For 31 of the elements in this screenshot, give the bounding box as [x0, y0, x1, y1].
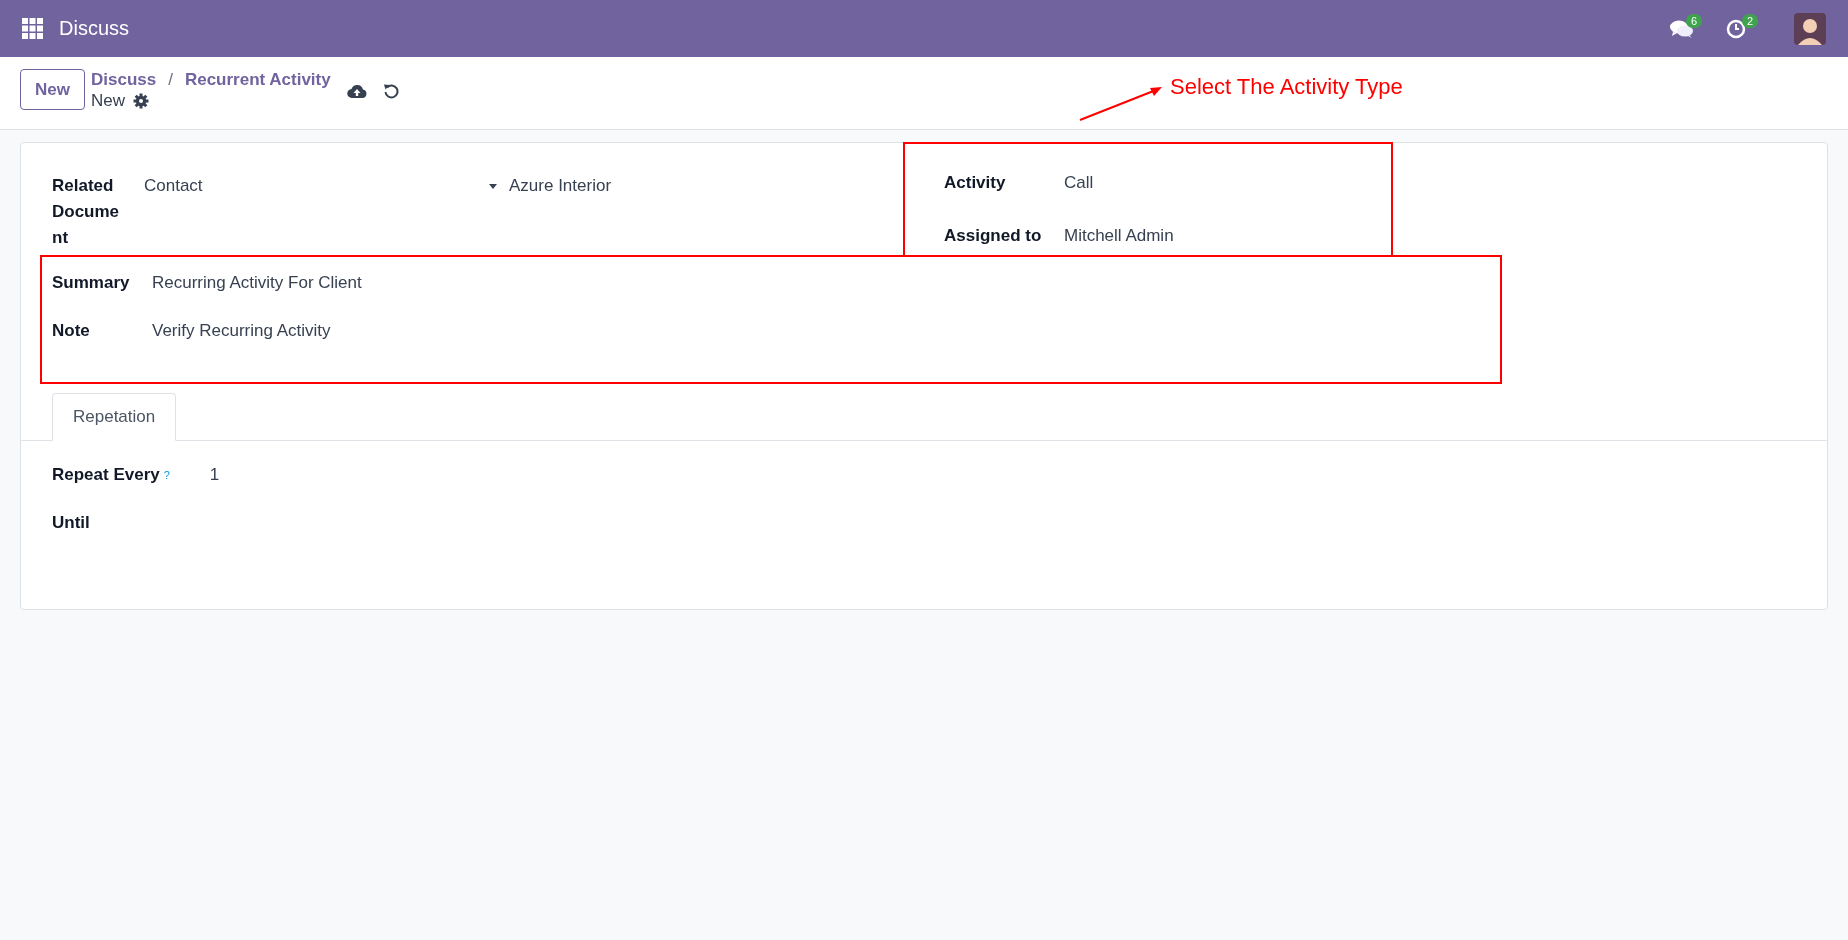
breadcrumb-link[interactable]: Discuss: [90, 69, 157, 90]
clock-icon[interactable]: [1726, 18, 1746, 39]
field-value[interactable]: Call: [1064, 173, 1174, 198]
field-label: Related Document: [52, 175, 121, 249]
record-title: New: [90, 90, 125, 111]
gear-icon[interactable]: [133, 92, 149, 109]
field-label: Assigned to: [944, 226, 1043, 247]
message-count-badge: 6: [1686, 13, 1703, 28]
field-label: Repeat Every: [52, 465, 160, 485]
field-label: Summary: [52, 273, 131, 293]
caret-icon[interactable]: [489, 184, 497, 189]
field-value[interactable]: 1: [209, 465, 1796, 485]
model-select[interactable]: Contact: [144, 173, 489, 199]
breadcrumb-separator: /: [168, 69, 173, 90]
app-name[interactable]: Discuss: [59, 17, 129, 40]
field-value[interactable]: Recurring Activity For Client: [152, 273, 1796, 293]
undo-icon[interactable]: [382, 83, 399, 99]
user-avatar[interactable]: [1794, 12, 1826, 45]
annotation-text: Select The Activity Type: [1170, 74, 1403, 100]
field-value[interactable]: Mitchell Admin: [1064, 226, 1174, 251]
record-field[interactable]: Azure Interior: [509, 173, 612, 199]
cloud-upload-icon[interactable]: [346, 83, 367, 99]
field-label: Note: [52, 321, 91, 341]
field-label: Until: [52, 513, 91, 533]
new-button[interactable]: New: [20, 69, 85, 110]
breadcrumb-link[interactable]: Recurrent Activity: [184, 69, 331, 90]
tab[interactable]: Repetation: [52, 393, 177, 441]
apps-menu-icon[interactable]: [22, 18, 43, 39]
field-value[interactable]: Verify Recurring Activity: [152, 321, 1796, 341]
field-label: Activity: [944, 173, 1007, 194]
activity-count-badge: 2: [1742, 13, 1759, 28]
